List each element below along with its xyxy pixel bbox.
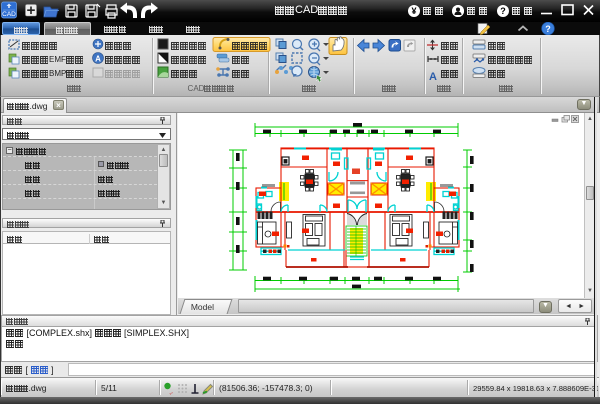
svg-text:A: A: [95, 55, 101, 64]
svg-text:CAD: CAD: [2, 11, 16, 18]
svg-text:?: ?: [545, 24, 551, 34]
svg-text:A: A: [429, 71, 437, 83]
